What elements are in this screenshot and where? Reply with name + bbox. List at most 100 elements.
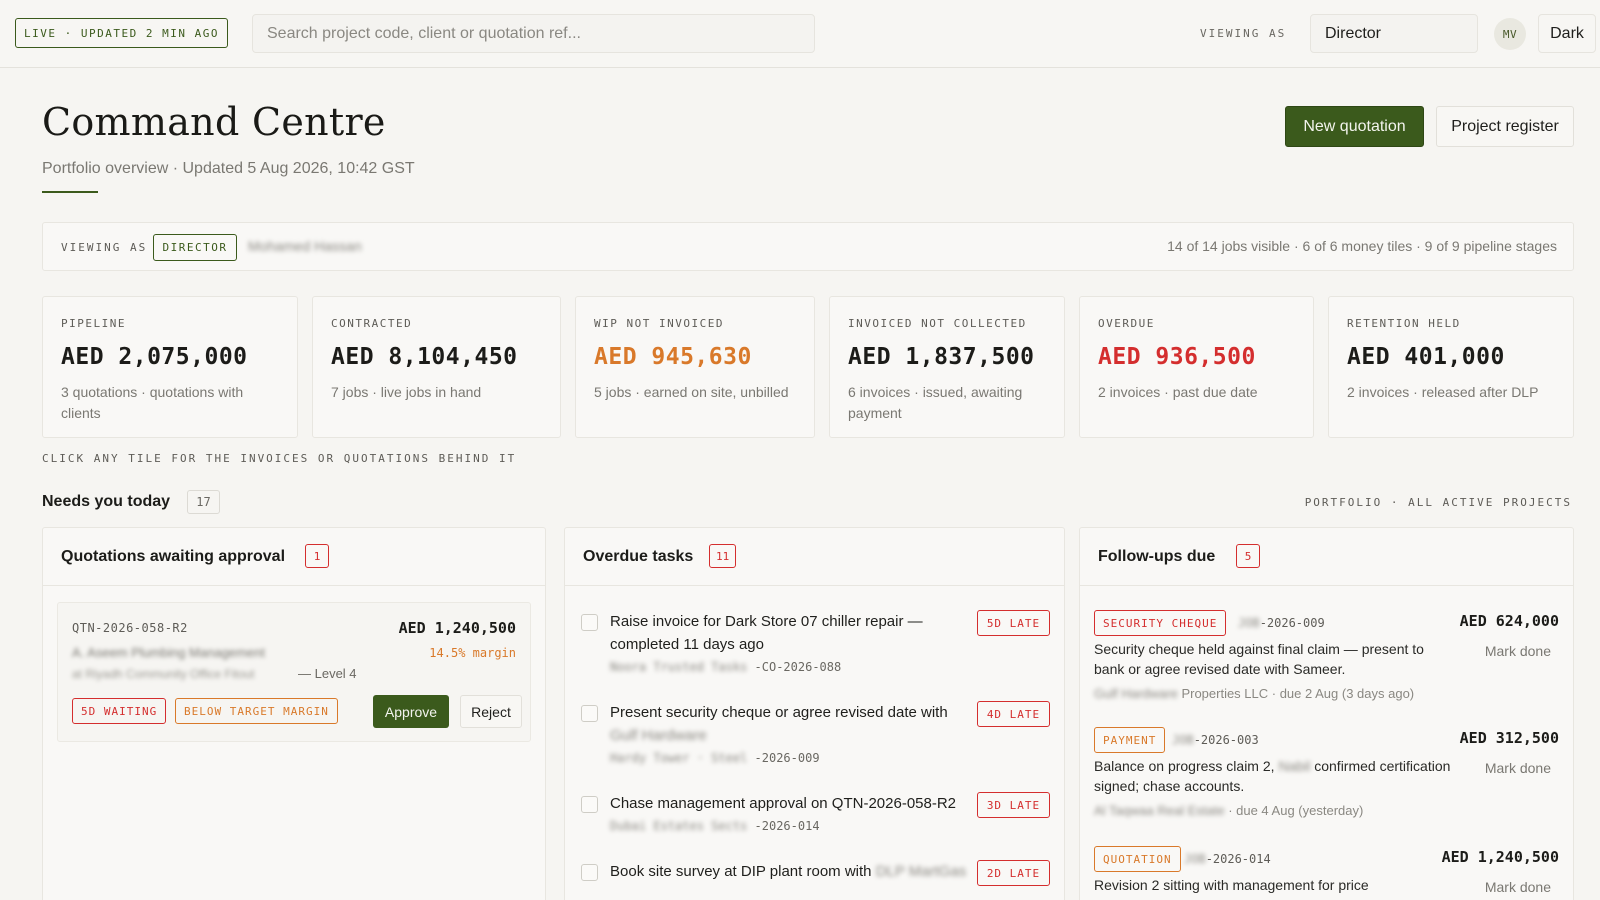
follow-up-ref[interactable]: JOB-2026-009 bbox=[1238, 616, 1325, 630]
divider bbox=[565, 585, 1064, 586]
quotation-client: A. Aseem Plumbing Management bbox=[72, 645, 265, 660]
follow-up-tag: SECURITY CHEQUE bbox=[1094, 610, 1227, 636]
live-status-badge: LIVE · UPDATED 2 MIN AGO bbox=[15, 18, 228, 48]
panel-title: Quotations awaiting approval bbox=[61, 548, 286, 565]
follow-up-ref[interactable]: JOB-2026-014 bbox=[1184, 852, 1271, 866]
follow-up-tag: QUOTATION bbox=[1094, 846, 1181, 872]
viewing-as-label: VIEWING AS bbox=[1200, 27, 1287, 40]
tile-label: RETENTION HELD bbox=[1347, 317, 1461, 330]
tile-value: AED 936,500 bbox=[1098, 344, 1256, 370]
task-meta: Hardy Tower · Steel -2026-009 bbox=[610, 751, 820, 765]
task-item: Present security cheque or agree revised… bbox=[565, 701, 1064, 771]
follow-up-item: PAYMENT JOB-2026-003 AED 312,500 Balance… bbox=[1080, 727, 1573, 827]
tile-label: WIP NOT INVOICED bbox=[594, 317, 724, 330]
overdue-tasks-panel: Overdue tasks 11 Raise invoice for Dark … bbox=[564, 527, 1065, 900]
task-text: Chase management approval on QTN-2026-05… bbox=[610, 795, 957, 812]
follow-up-ref[interactable]: JOB-2026-003 bbox=[1172, 733, 1259, 747]
follow-up-text: Revision 2 sitting with management for p… bbox=[1094, 877, 1369, 893]
panel-count: 11 bbox=[709, 544, 737, 568]
task-meta: Noora Trusted Tasks -CO-2026-088 bbox=[610, 660, 842, 674]
quotation-location: at Riyadh Community Office Fitout bbox=[72, 667, 255, 681]
project-register-button[interactable]: Project register bbox=[1436, 106, 1574, 147]
follow-up-amount: AED 1,240,500 bbox=[1441, 848, 1559, 866]
top-bar: LIVE · UPDATED 2 MIN AGO VIEWING AS Dire… bbox=[0, 0, 1600, 68]
follow-up-amount: AED 624,000 bbox=[1459, 612, 1559, 630]
mark-done-button[interactable]: Mark done bbox=[1485, 879, 1551, 895]
task-text: Present security cheque or agree revised… bbox=[610, 704, 948, 744]
task-checkbox[interactable] bbox=[581, 796, 598, 813]
quotations-panel: Quotations awaiting approval 1 QTN-2026-… bbox=[42, 527, 546, 900]
tile-description: 3 quotations · quotations with clients bbox=[61, 384, 244, 421]
late-tag: 5D LATE bbox=[977, 610, 1050, 636]
tile-description: 2 invoices · past due date bbox=[1098, 384, 1258, 400]
page-subtitle: Portfolio overview · Updated 5 Aug 2026,… bbox=[42, 160, 415, 177]
quotation-margin: 14.5% margin bbox=[429, 646, 516, 660]
tile-label: PIPELINE bbox=[61, 317, 126, 330]
follow-up-meta: Al Taqwaa Real Estate · due 4 Aug (yeste… bbox=[1094, 803, 1364, 818]
page-title: Command Centre bbox=[42, 100, 386, 144]
tile-wip-not-invoiced[interactable]: WIP NOT INVOICED AED 945,630 5 jobs · ea… bbox=[575, 296, 815, 438]
follow-up-meta: Gulf Hardware Properties LLC · due 2 Aug… bbox=[1094, 686, 1415, 701]
tile-overdue[interactable]: OVERDUE AED 936,500 2 invoices · past du… bbox=[1079, 296, 1314, 438]
divider bbox=[43, 585, 545, 586]
late-tag: 2D LATE bbox=[977, 860, 1050, 886]
approve-button[interactable]: Approve bbox=[373, 695, 449, 728]
role-badge: DIRECTOR bbox=[153, 234, 237, 261]
quotation-ref[interactable]: QTN-2026-058-R2 bbox=[72, 621, 188, 635]
task-item: Raise invoice for Dark Store 07 chiller … bbox=[565, 610, 1064, 680]
new-quotation-button[interactable]: New quotation bbox=[1285, 106, 1424, 147]
task-meta: Dubai Estates Sects -2026-014 bbox=[610, 819, 820, 833]
follow-up-text: Balance on progress claim 2, Nabil confi… bbox=[1094, 758, 1451, 794]
reject-button[interactable]: Reject bbox=[460, 695, 522, 728]
follow-up-tag: PAYMENT bbox=[1094, 727, 1166, 753]
tile-pipeline[interactable]: PIPELINE AED 2,075,000 3 quotations · qu… bbox=[42, 296, 298, 438]
needs-today-title: Needs you today bbox=[42, 493, 171, 510]
needs-today-count: 17 bbox=[187, 490, 220, 514]
follow-up-item: QUOTATION JOB-2026-014 AED 1,240,500 Rev… bbox=[1080, 846, 1573, 900]
follow-up-item: SECURITY CHEQUE JOB-2026-009 AED 624,000… bbox=[1080, 610, 1573, 710]
search-input[interactable] bbox=[252, 14, 815, 53]
quotation-card[interactable]: QTN-2026-058-R2 AED 1,240,500 A. Aseem P… bbox=[57, 602, 531, 742]
tile-value: AED 945,630 bbox=[594, 344, 752, 370]
task-text: Raise invoice for Dark Store 07 chiller … bbox=[610, 613, 923, 653]
tile-value: AED 8,104,450 bbox=[331, 344, 518, 370]
late-tag: 4D LATE bbox=[977, 701, 1050, 727]
avatar[interactable]: MV bbox=[1494, 18, 1526, 50]
panel-title: Overdue tasks bbox=[583, 548, 694, 565]
panel-count: 1 bbox=[305, 544, 329, 568]
viewing-as-bar-label: VIEWING AS bbox=[61, 241, 148, 254]
visibility-stats: 14 of 14 jobs visible · 6 of 6 money til… bbox=[1167, 238, 1557, 254]
tile-value: AED 2,075,000 bbox=[61, 344, 248, 370]
tile-label: CONTRACTED bbox=[331, 317, 413, 330]
tile-label: OVERDUE bbox=[1098, 317, 1155, 330]
viewing-as-bar: VIEWING AS DIRECTOR Mohamed Hassan 14 of… bbox=[42, 222, 1574, 271]
tile-label: INVOICED NOT COLLECTED bbox=[848, 317, 1027, 330]
tile-contracted[interactable]: CONTRACTED AED 8,104,450 7 jobs · live j… bbox=[312, 296, 561, 438]
approval-level: — Level 4 bbox=[298, 666, 357, 681]
follow-up-text: Security cheque held against final claim… bbox=[1094, 641, 1424, 677]
task-checkbox[interactable] bbox=[581, 864, 598, 881]
divider bbox=[1080, 585, 1573, 586]
tile-description: 7 jobs · live jobs in hand bbox=[331, 384, 482, 400]
tiles-hint: CLICK ANY TILE FOR THE INVOICES OR QUOTA… bbox=[42, 452, 517, 465]
tile-description: 5 jobs · earned on site, unbilled bbox=[594, 384, 789, 400]
tile-description: 2 invoices · released after DLP bbox=[1347, 384, 1539, 400]
theme-toggle-button[interactable]: Dark bbox=[1538, 14, 1596, 53]
mark-done-button[interactable]: Mark done bbox=[1485, 760, 1551, 776]
below-margin-tag: BELOW TARGET MARGIN bbox=[175, 698, 338, 724]
role-select[interactable]: Director bbox=[1310, 14, 1478, 53]
tile-invoiced-not-collected[interactable]: INVOICED NOT COLLECTED AED 1,837,500 6 i… bbox=[829, 296, 1065, 438]
tile-description: 6 invoices · issued, awaiting payment bbox=[848, 384, 1023, 421]
task-item: Chase management approval on QTN-2026-05… bbox=[565, 792, 1064, 842]
tile-value: AED 1,837,500 bbox=[848, 344, 1035, 370]
user-name: Mohamed Hassan bbox=[248, 238, 362, 254]
tile-value: AED 401,000 bbox=[1347, 344, 1505, 370]
follow-up-amount: AED 312,500 bbox=[1459, 729, 1559, 747]
task-item: Book site survey at DIP plant room with … bbox=[565, 860, 1064, 900]
task-text: Book site survey at DIP plant room with … bbox=[610, 863, 967, 880]
waiting-tag: 5D WAITING bbox=[72, 698, 167, 724]
task-checkbox[interactable] bbox=[581, 705, 598, 722]
mark-done-button[interactable]: Mark done bbox=[1485, 643, 1551, 659]
tile-retention-held[interactable]: RETENTION HELD AED 401,000 2 invoices · … bbox=[1328, 296, 1574, 438]
task-checkbox[interactable] bbox=[581, 614, 598, 631]
